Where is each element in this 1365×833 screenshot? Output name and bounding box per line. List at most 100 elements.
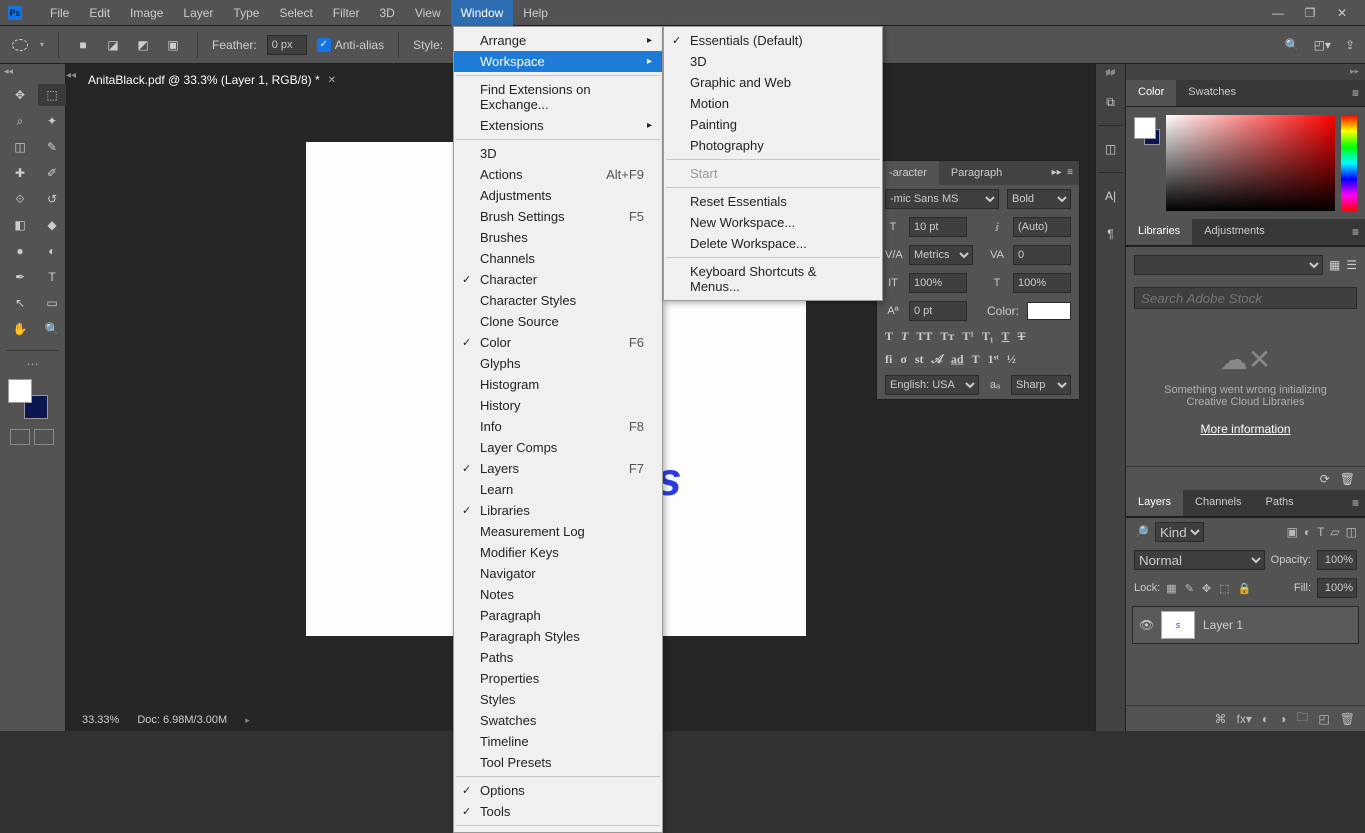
chevron-down-icon[interactable]: ▾ xyxy=(40,40,44,49)
pen-tool-icon[interactable]: ✒ xyxy=(6,266,34,288)
subtract-selection-icon[interactable]: ◩ xyxy=(133,35,153,55)
panel-menu-icon[interactable]: ≡ xyxy=(1346,219,1365,245)
panel-menu-icon[interactable]: ≡ xyxy=(1346,490,1365,516)
dodge-tool-icon[interactable]: ◐ xyxy=(38,240,66,262)
menuitem-history[interactable]: History xyxy=(454,395,662,416)
layer-item[interactable]: 👁 s Layer 1 xyxy=(1132,606,1359,644)
minimize-icon[interactable]: ― xyxy=(1271,6,1285,20)
shape-tool-icon[interactable]: ▭ xyxy=(38,292,66,314)
filter-kind-select[interactable]: Kind xyxy=(1155,522,1204,542)
document-tab[interactable]: AnitaBlack.pdf @ 33.3% (Layer 1, RGB/8) … xyxy=(78,68,346,92)
fill-input[interactable] xyxy=(1317,578,1357,598)
group-icon[interactable]: 🗀 xyxy=(1296,708,1308,729)
fg-swatch[interactable] xyxy=(1134,117,1156,139)
menuitem-paths[interactable]: Paths xyxy=(454,647,662,668)
menu-select[interactable]: Select xyxy=(269,0,322,26)
more-info-link[interactable]: More information xyxy=(1142,422,1349,436)
menuitem-tool-presets[interactable]: Tool Presets xyxy=(454,752,662,773)
titling-icon[interactable]: a̲d̲ xyxy=(951,352,964,367)
menu-window[interactable]: Window xyxy=(451,0,514,26)
docsize-icon[interactable]: ◰▾ xyxy=(1314,38,1331,52)
new-selection-icon[interactable]: ■ xyxy=(73,35,93,55)
color-field[interactable] xyxy=(1166,115,1335,211)
menuitem-measurement-log[interactable]: Measurement Log xyxy=(454,521,662,542)
eraser-tool-icon[interactable]: ◧ xyxy=(6,214,34,236)
menu-layer[interactable]: Layer xyxy=(173,0,223,26)
menuitem-styles[interactable]: Styles xyxy=(454,689,662,710)
doc-size[interactable]: Doc: 6.98M/3.00M xyxy=(137,714,227,726)
menuitem-navigator[interactable]: Navigator xyxy=(454,563,662,584)
kerning-select[interactable]: Metrics xyxy=(909,245,973,265)
smallcaps-icon[interactable]: Tᴛ xyxy=(940,329,954,344)
language-select[interactable]: English: USA xyxy=(885,375,979,395)
menuitem-options[interactable]: ✓Options xyxy=(454,780,662,801)
size-input[interactable] xyxy=(909,217,967,237)
close-tab-icon[interactable]: ✕ xyxy=(328,75,336,86)
lock-nest-icon[interactable]: ⬚ xyxy=(1219,582,1229,595)
menuitem-layer-comps[interactable]: Layer Comps xyxy=(454,437,662,458)
layer-name[interactable]: Layer 1 xyxy=(1203,618,1243,632)
paths-tab[interactable]: Paths xyxy=(1254,490,1306,516)
oldstyle-icon[interactable]: σ xyxy=(900,352,907,367)
adjust-icon[interactable]: ◑ xyxy=(1279,712,1286,726)
menuitem-histogram[interactable]: Histogram xyxy=(454,374,662,395)
menuitem-channels[interactable]: Channels xyxy=(454,248,662,269)
filter-type-icon[interactable]: T xyxy=(1317,525,1324,539)
menuitem-info[interactable]: InfoF8 xyxy=(454,416,662,437)
filter-pixel-icon[interactable]: ▣ xyxy=(1286,525,1297,539)
close-icon[interactable]: ✕ xyxy=(1335,6,1349,20)
bold-icon[interactable]: T xyxy=(885,329,893,344)
menuitem-3d[interactable]: 3D xyxy=(454,143,662,164)
menuitem-modifier-keys[interactable]: Modifier Keys xyxy=(454,542,662,563)
menuitem-properties[interactable]: Properties xyxy=(454,668,662,689)
zoom-level[interactable]: 33.33% xyxy=(82,714,119,726)
character-panel-icon[interactable]: A| xyxy=(1096,181,1125,211)
lasso-tool-icon[interactable]: ⌕ xyxy=(6,110,34,132)
weight-select[interactable]: Bold xyxy=(1007,189,1071,209)
fx-icon[interactable]: fx▾ xyxy=(1237,712,1252,726)
delete-icon[interactable]: 🗑 xyxy=(1340,712,1355,726)
feather-input[interactable] xyxy=(267,35,307,55)
menuitem-notes[interactable]: Notes xyxy=(454,584,662,605)
gradient-tool-icon[interactable]: ◆ xyxy=(38,214,66,236)
menu-image[interactable]: Image xyxy=(120,0,173,26)
half-icon[interactable]: ½ xyxy=(1007,352,1016,367)
type-tool-icon[interactable]: T xyxy=(38,266,66,288)
sync-icon[interactable]: ⟳ xyxy=(1320,472,1330,486)
text-color-swatch[interactable] xyxy=(1027,302,1071,320)
eyedropper-tool-icon[interactable]: ✎ xyxy=(38,136,66,158)
menu-edit[interactable]: Edit xyxy=(79,0,120,26)
heal-tool-icon[interactable]: ✚ xyxy=(6,162,34,184)
workspace-graphic-and-web[interactable]: Graphic and Web xyxy=(664,72,882,93)
workspace-photography[interactable]: Photography xyxy=(664,135,882,156)
baseline-input[interactable] xyxy=(909,301,967,321)
history-panel-icon[interactable]: ⧉ xyxy=(1096,87,1125,117)
layers-tab[interactable]: Layers xyxy=(1126,490,1183,516)
paragraph-tab[interactable]: Paragraph xyxy=(939,161,1014,185)
collapse-icon[interactable]: ◂◂ xyxy=(1105,66,1115,77)
menu-type[interactable]: Type xyxy=(223,0,269,26)
font-select[interactable]: -mic Sans MS xyxy=(885,189,999,209)
menu-3d[interactable]: 3D xyxy=(369,0,404,26)
path-tool-icon[interactable]: ↖ xyxy=(6,292,34,314)
workspace-essentials-default-[interactable]: ✓Essentials (Default) xyxy=(664,30,882,51)
workspace-painting[interactable]: Painting xyxy=(664,114,882,135)
swash-icon[interactable]: 𝒜 xyxy=(932,352,943,367)
search-icon[interactable]: 🔍 xyxy=(1285,38,1300,52)
menuitem-swatches[interactable]: Swatches xyxy=(454,710,662,731)
link-icon[interactable]: ⌘ xyxy=(1215,712,1227,726)
menu-file[interactable]: File xyxy=(40,0,79,26)
brush-tool-icon[interactable]: ✐ xyxy=(38,162,66,184)
quickmask-icons[interactable] xyxy=(10,429,65,445)
chevrons-icon[interactable]: ▸▸ ≡ xyxy=(1046,161,1079,185)
menuitem-tools[interactable]: ✓Tools xyxy=(454,801,662,822)
vscale-input[interactable] xyxy=(909,273,967,293)
filter-adjust-icon[interactable]: ◐ xyxy=(1304,525,1311,539)
menuitem-timeline[interactable]: Timeline xyxy=(454,731,662,752)
visibility-icon[interactable]: 👁 xyxy=(1139,618,1153,632)
restore-icon[interactable]: ❐ xyxy=(1303,6,1317,20)
menuitem-adjustments[interactable]: Adjustments xyxy=(454,185,662,206)
lock-paint-icon[interactable]: ✎ xyxy=(1185,582,1194,595)
ordinal-icon[interactable]: T xyxy=(972,352,980,367)
menuitem-libraries[interactable]: ✓Libraries xyxy=(454,500,662,521)
